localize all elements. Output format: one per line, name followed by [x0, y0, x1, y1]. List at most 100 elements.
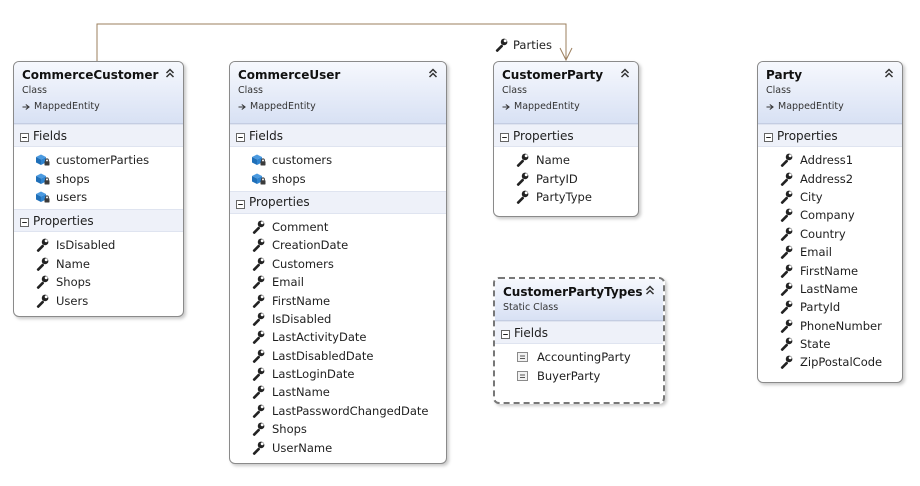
- collapse-chevron-icon[interactable]: [427, 67, 439, 79]
- class-title: CustomerPartyTypes: [503, 285, 643, 299]
- member-field[interactable]: shops: [230, 169, 446, 187]
- inheritance-arrow-icon: [22, 103, 30, 110]
- class-header[interactable]: Party Class MappedEntity: [758, 62, 902, 124]
- property-wrench-icon: [780, 356, 793, 370]
- class-box-commerce-customer[interactable]: CommerceCustomer Class MappedEntity Fields c…: [13, 61, 184, 317]
- inheritance-arrow-icon: [502, 103, 510, 110]
- section-label: Fields: [249, 128, 283, 143]
- member-name: FirstName: [272, 293, 331, 308]
- member-property[interactable]: PhoneNumber: [758, 317, 902, 335]
- member-property[interactable]: Email: [230, 273, 446, 291]
- member-property[interactable]: Shops: [14, 273, 183, 291]
- property-wrench-icon: [780, 208, 793, 223]
- member-property[interactable]: LastLoginDate: [230, 365, 446, 383]
- class-box-customer-party[interactable]: CustomerParty Class MappedEntity Properties…: [493, 61, 639, 217]
- association-label[interactable]: Parties: [494, 37, 552, 53]
- member-property[interactable]: Company: [758, 206, 902, 224]
- member-property[interactable]: Users: [14, 291, 183, 309]
- member-property[interactable]: LastName: [758, 280, 902, 298]
- base-type-label: MappedEntity: [778, 101, 844, 112]
- member-property[interactable]: IsDisabled: [230, 310, 446, 328]
- section-body: AccountingParty BuyerParty: [495, 344, 663, 388]
- section-header-fields[interactable]: Fields: [14, 124, 183, 147]
- member-field[interactable]: customerParties: [14, 151, 183, 169]
- collapse-toggle-icon[interactable]: [20, 216, 29, 228]
- member-name: Customers: [272, 256, 334, 271]
- member-property[interactable]: UserName: [230, 438, 446, 456]
- section-header-properties[interactable]: Properties: [14, 209, 183, 233]
- base-type-label: MappedEntity: [34, 101, 100, 112]
- member-property[interactable]: Customers: [230, 255, 446, 273]
- member-name: users: [56, 189, 88, 204]
- class-header[interactable]: CustomerPartyTypes Static Class: [495, 279, 663, 321]
- member-property[interactable]: Name: [494, 151, 638, 169]
- property-wrench-icon: [780, 227, 793, 241]
- member-property[interactable]: Email: [758, 243, 902, 261]
- collapse-toggle-icon[interactable]: [500, 131, 509, 142]
- class-header[interactable]: CustomerParty Class MappedEntity: [494, 62, 638, 124]
- property-wrench-icon: [252, 422, 265, 437]
- member-property[interactable]: Comment: [230, 218, 446, 236]
- member-property[interactable]: PartyId: [758, 298, 902, 316]
- section-header-fields[interactable]: Fields: [495, 321, 663, 344]
- collapse-chevron-icon[interactable]: [883, 67, 895, 79]
- class-box-customer-party-types[interactable]: CustomerPartyTypes Static Class Fields Acco…: [493, 277, 665, 404]
- class-header[interactable]: CommerceUser Class MappedEntity: [230, 62, 446, 124]
- member-property[interactable]: PartyID: [494, 169, 638, 187]
- member-name: Users: [56, 293, 89, 308]
- member-property[interactable]: FirstName: [758, 261, 902, 279]
- member-enum[interactable]: BuyerParty: [495, 366, 663, 384]
- member-name: Shops: [272, 422, 307, 437]
- section-header-fields[interactable]: Fields: [230, 124, 446, 147]
- class-box-commerce-user[interactable]: CommerceUser Class MappedEntity Fields custo…: [229, 61, 447, 464]
- member-property[interactable]: City: [758, 188, 902, 206]
- member-property[interactable]: IsDisabled: [14, 236, 183, 254]
- section-label: Properties: [513, 128, 574, 143]
- collapse-toggle-icon[interactable]: [501, 328, 510, 339]
- member-name: LastActivityDate: [272, 330, 367, 345]
- collapse-chevron-icon[interactable]: [619, 67, 631, 79]
- member-property[interactable]: Address2: [758, 169, 902, 187]
- association-label-text: Parties: [513, 38, 552, 52]
- class-header[interactable]: CommerceCustomer Class MappedEntity: [14, 62, 183, 124]
- member-property[interactable]: ZipPostalCode: [758, 353, 902, 371]
- section-body: Comment CreationDate Customers Email FirstNa…: [230, 214, 446, 460]
- class-title: CommerceCustomer: [22, 68, 159, 82]
- inheritance-arrow-icon: [238, 103, 246, 110]
- member-property[interactable]: State: [758, 335, 902, 353]
- member-property[interactable]: FirstName: [230, 291, 446, 309]
- member-property[interactable]: LastActivityDate: [230, 328, 446, 346]
- member-property[interactable]: Shops: [230, 420, 446, 438]
- member-name: City: [800, 189, 823, 204]
- collapse-chevron-icon[interactable]: [644, 284, 656, 296]
- member-property[interactable]: Name: [14, 255, 183, 273]
- member-enum[interactable]: AccountingParty: [495, 348, 663, 366]
- member-property[interactable]: CreationDate: [230, 236, 446, 254]
- collapse-toggle-icon[interactable]: [236, 198, 245, 209]
- property-wrench-icon: [36, 275, 49, 290]
- collapse-toggle-icon[interactable]: [20, 131, 29, 142]
- field-icon: [36, 173, 50, 185]
- member-name: State: [800, 337, 831, 352]
- section-header-properties[interactable]: Properties: [758, 124, 902, 147]
- member-property[interactable]: Address1: [758, 151, 902, 169]
- member-property[interactable]: LastPasswordChangedDate: [230, 402, 446, 420]
- collapse-toggle-icon[interactable]: [764, 131, 773, 142]
- collapse-toggle-icon[interactable]: [236, 131, 245, 142]
- member-field[interactable]: shops: [14, 169, 183, 187]
- property-wrench-icon: [516, 153, 529, 168]
- member-name: LastName: [800, 281, 858, 296]
- member-name: Address2: [800, 171, 854, 186]
- member-field[interactable]: customers: [230, 151, 446, 169]
- member-property[interactable]: PartyType: [494, 188, 638, 206]
- section-header-properties[interactable]: Properties: [230, 190, 446, 214]
- member-property[interactable]: LastDisabledDate: [230, 347, 446, 365]
- member-property[interactable]: Country: [758, 225, 902, 243]
- member-property[interactable]: LastName: [230, 383, 446, 401]
- member-field[interactable]: users: [14, 188, 183, 206]
- member-name: Country: [800, 226, 846, 241]
- section-header-properties[interactable]: Properties: [494, 124, 638, 147]
- collapse-chevron-icon[interactable]: [164, 67, 176, 79]
- member-name: Email: [272, 275, 304, 290]
- class-box-party[interactable]: Party Class MappedEntity Properties Address1…: [757, 61, 903, 383]
